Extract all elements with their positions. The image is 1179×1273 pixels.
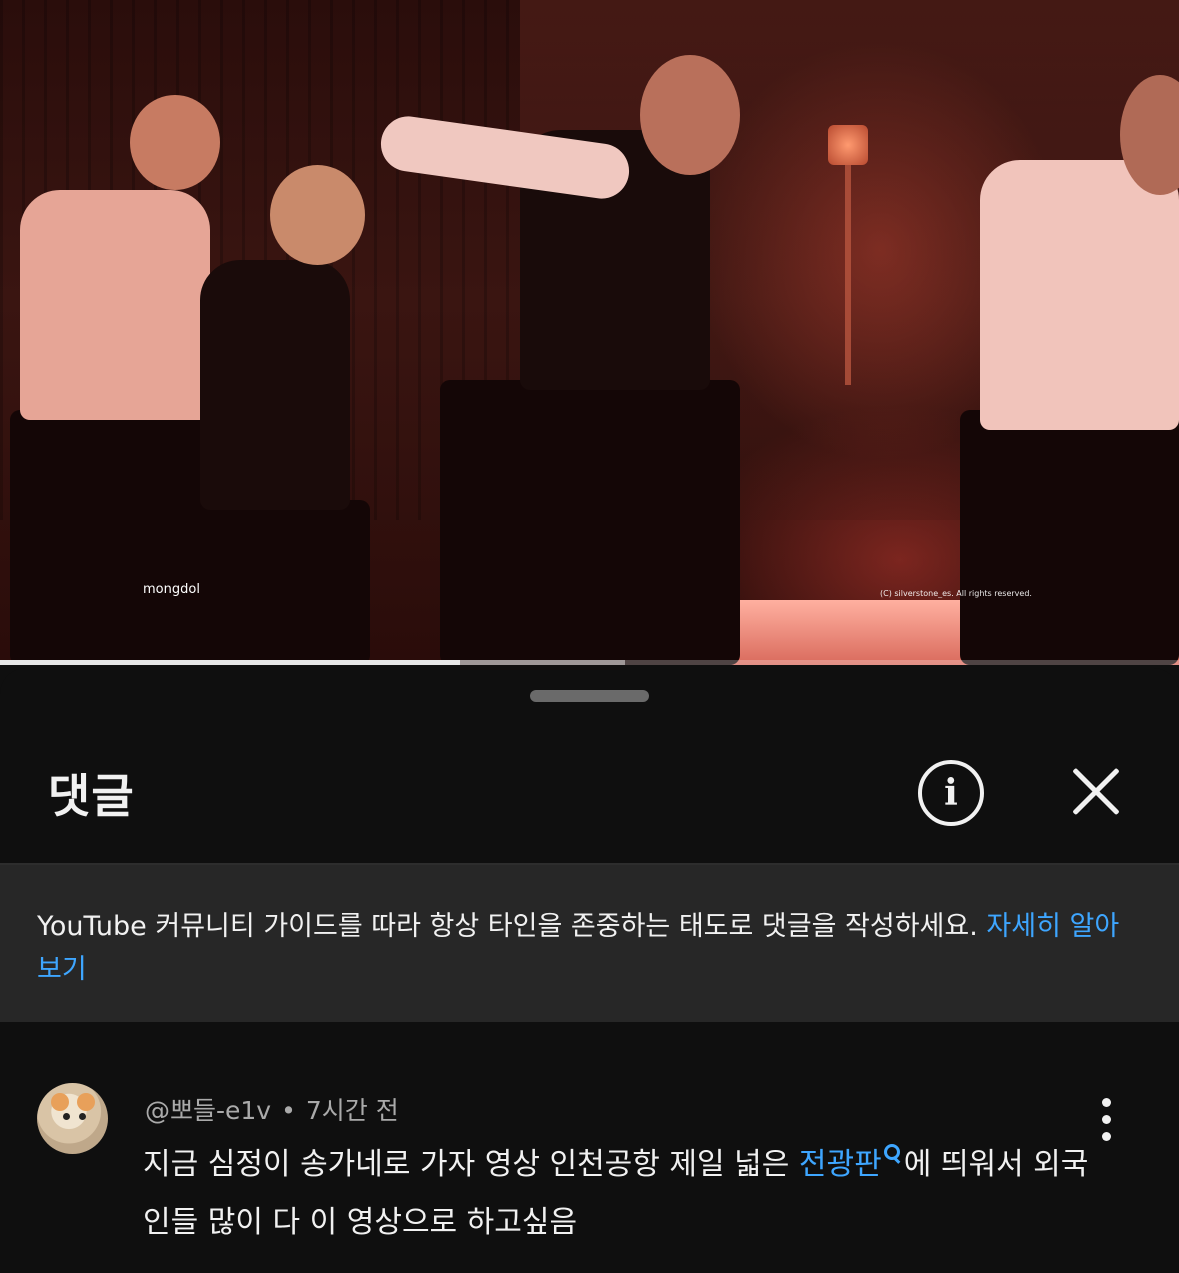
video-player[interactable]: mongdol (C) silverstone_es. All rights r… (0, 0, 1179, 665)
meta-separator: • (281, 1096, 296, 1125)
avatar[interactable] (37, 1083, 108, 1154)
panel-title: 댓글 (48, 769, 135, 823)
progress-played (0, 660, 460, 665)
comments-sheet: 댓글 i YouTube 커뮤니티 가이드를 따라 항상 타인을 존중하는 태도… (0, 668, 1179, 1273)
close-icon[interactable] (1068, 764, 1124, 820)
video-progress-bar[interactable] (0, 660, 1179, 665)
search-tag-text: 전광판 (798, 1147, 882, 1182)
guideline-text: YouTube 커뮤니티 가이드를 따라 항상 타인을 존중하는 태도로 댓글을… (37, 905, 1137, 991)
comment-meta: @뽀들-e1v • 7시간 전 (145, 1091, 399, 1127)
progress-buffered (459, 660, 625, 665)
community-guideline-banner: YouTube 커뮤니티 가이드를 따라 항상 타인을 존중하는 태도로 댓글을… (0, 865, 1179, 1022)
video-lamp (828, 125, 868, 165)
video-lamp-pole (845, 165, 851, 385)
search-tag-link[interactable]: 전광판 (798, 1144, 904, 1182)
info-icon[interactable]: i (918, 760, 984, 826)
video-watermark-left: mongdol (143, 582, 200, 597)
comment-time: 7시간 전 (305, 1096, 399, 1125)
comment-text: 지금 심정이 송가네로 가자 영상 인천공항 제일 넓은 전광판 에 띄워서 외국… (143, 1136, 1103, 1252)
guideline-message: YouTube 커뮤니티 가이드를 따라 항상 타인을 존중하는 태도로 댓글을… (37, 911, 987, 942)
comment-text-before: 지금 심정이 송가네로 가자 영상 인천공항 제일 넓은 (143, 1147, 799, 1182)
video-watermark-right: (C) silverstone_es. All rights reserved. (880, 589, 1032, 598)
drag-handle[interactable] (530, 690, 649, 702)
comment-author[interactable]: @뽀들-e1v (145, 1096, 271, 1125)
search-icon (882, 1144, 900, 1162)
